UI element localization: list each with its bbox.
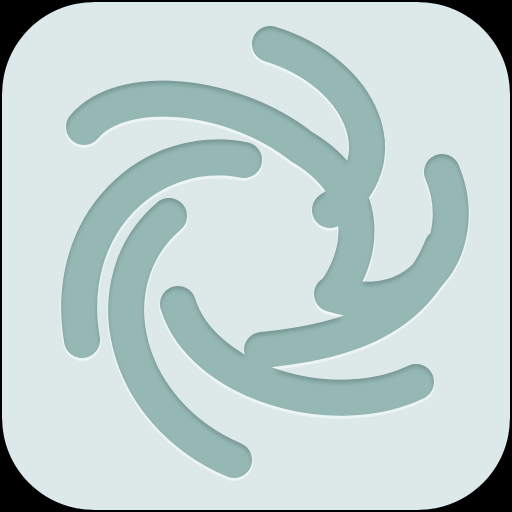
app-icon-tile[interactable] (2, 2, 510, 510)
swirl-logo-icon (2, 2, 510, 510)
icon-canvas (0, 0, 512, 512)
